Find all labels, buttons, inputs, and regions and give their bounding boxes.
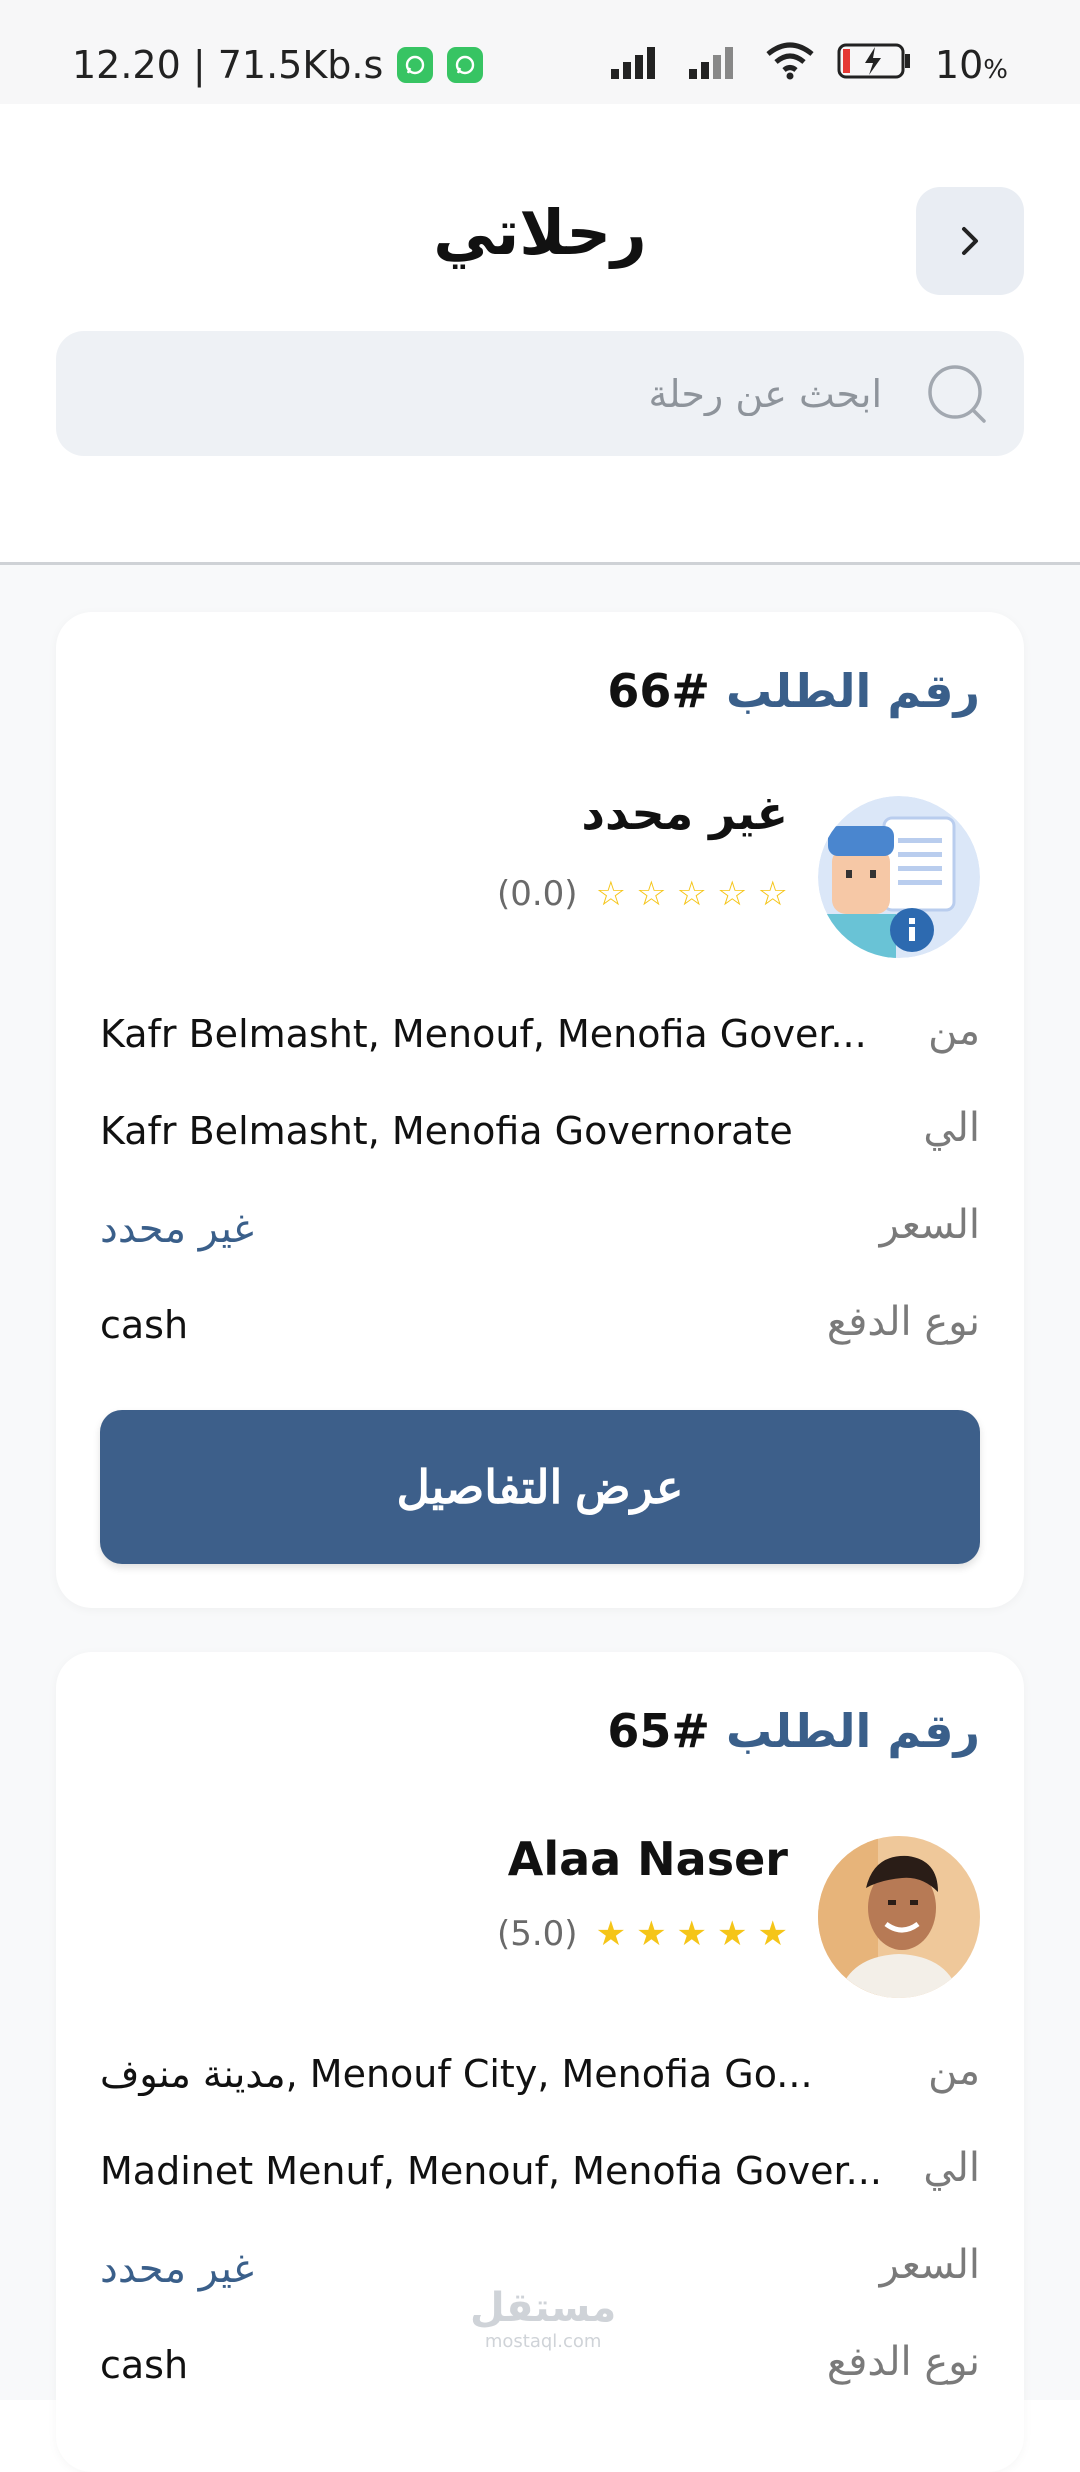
star-empty-icon: ☆	[636, 874, 667, 914]
star-filled-icon: ★	[717, 1914, 748, 1954]
to-row: الي Madinet Menuf, Menouf, Menofia Gover…	[100, 2145, 980, 2205]
star-empty-icon: ☆	[676, 874, 708, 914]
to-label: الي	[923, 2145, 980, 2191]
payment-label: نوع الدفع	[826, 1299, 980, 1345]
watermark: مستقل mostaql.com	[470, 2285, 617, 2352]
price-value: غير محدد	[100, 2246, 254, 2292]
search-icon	[924, 361, 990, 431]
whatsapp-icon	[447, 47, 484, 83]
avatar	[818, 796, 980, 958]
payment-row: نوع الدفع cash	[100, 1299, 980, 1359]
to-row: الي Kafr Belmasht, Menofia Governorate	[100, 1105, 980, 1165]
price-value: غير محدد	[100, 1206, 254, 1252]
status-time-speed: 12.20 | 71.5Kb.s	[72, 43, 384, 87]
driver-name: Alaa Naser	[507, 1832, 788, 1886]
trip-card: رقم الطلب #66 غير محدد ☆ ☆ ☆ ☆ ☆ (0.0) م…	[56, 612, 1024, 1608]
rating: ☆ ☆ ☆ ☆ ☆ (0.0)	[497, 874, 788, 914]
battery-charging-icon	[837, 41, 913, 90]
price-label: السعر	[879, 1202, 980, 1248]
status-right: 10%	[609, 40, 1008, 90]
from-label: من	[928, 1008, 980, 1054]
star-empty-icon: ☆	[595, 874, 627, 914]
rating-value: (5.0)	[496, 1914, 578, 1954]
avatar	[818, 1836, 980, 1998]
payment-label: نوع الدفع	[826, 2339, 980, 2385]
from-label: من	[928, 2048, 980, 2094]
star-empty-icon: ☆	[757, 874, 788, 914]
signal-icon	[609, 43, 665, 88]
from-row: من Kafr Belmasht, Menouf, Menofia Gover.…	[100, 1008, 980, 1068]
to-value: Madinet Menuf, Menouf, Menofia Gover...	[100, 2149, 882, 2193]
from-value: Kafr Belmasht, Menouf, Menofia Gover...	[100, 1012, 867, 1056]
rating-value: (0.0)	[496, 874, 578, 914]
price-row: السعر غير محدد	[100, 1202, 980, 1262]
search-input[interactable]	[180, 361, 884, 427]
to-label: الي	[923, 1105, 980, 1151]
page-title: رحلاتي	[433, 196, 647, 269]
wifi-icon	[765, 42, 815, 89]
view-details-button[interactable]: عرض التفاصيل	[100, 1410, 980, 1564]
rating: ★ ★ ★ ★ ★ (5.0)	[497, 1914, 788, 1954]
star-filled-icon: ★	[757, 1914, 788, 1954]
from-value: مدينة منوف, Menouf City, Menofia Go...	[100, 2052, 813, 2096]
order-number: رقم الطلب #65	[607, 1704, 980, 1758]
payment-value: cash	[100, 2343, 189, 2387]
payment-value: cash	[100, 1303, 189, 1347]
star-filled-icon: ★	[676, 1914, 708, 1954]
search-bar[interactable]	[56, 331, 1024, 456]
price-label: السعر	[879, 2242, 980, 2288]
order-number: رقم الطلب #66	[607, 664, 980, 718]
to-value: Kafr Belmasht, Menofia Governorate	[100, 1109, 793, 1153]
star-filled-icon: ★	[595, 1914, 627, 1954]
status-left: 12.20 | 71.5Kb.s	[72, 40, 484, 90]
star-filled-icon: ★	[636, 1914, 667, 1954]
from-row: من مدينة منوف, Menouf City, Menofia Go..…	[100, 2048, 980, 2108]
signal-icon	[687, 43, 743, 88]
driver-name: غير محدد	[581, 786, 788, 840]
whatsapp-icon	[397, 47, 434, 83]
battery-level: 10%	[934, 43, 1008, 87]
star-empty-icon: ☆	[717, 874, 748, 914]
status-bar: 12.20 | 71.5Kb.s 10%	[0, 0, 1080, 104]
